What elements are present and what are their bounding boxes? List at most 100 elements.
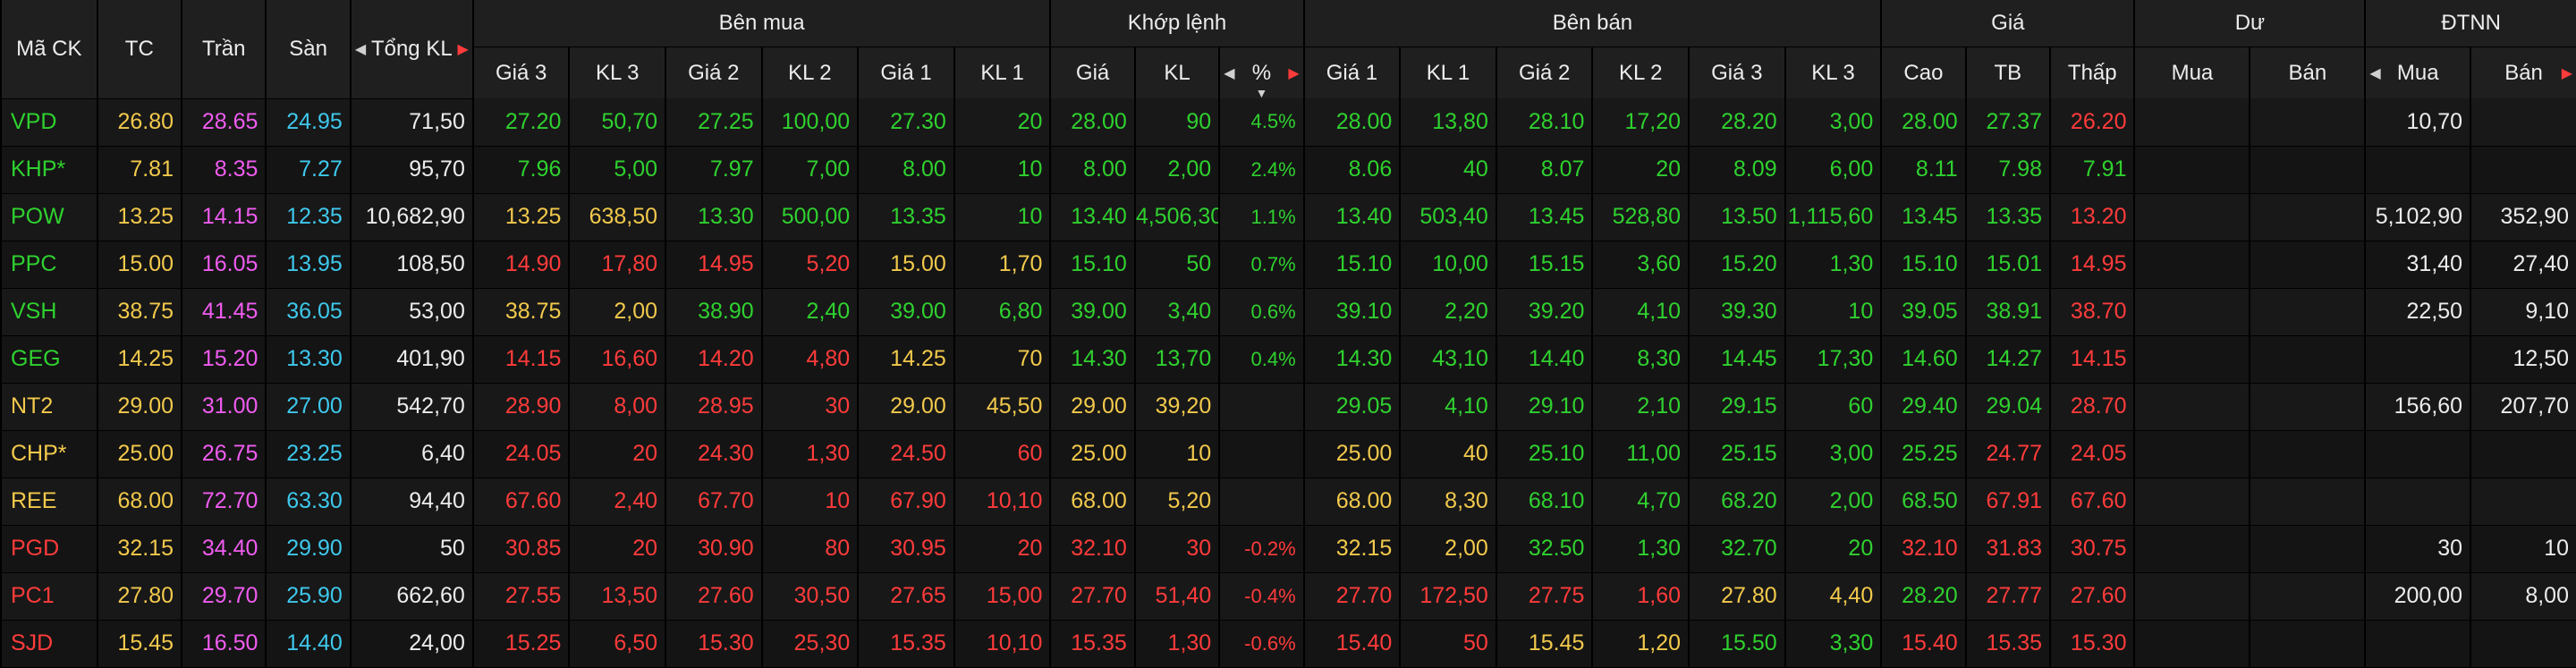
col-sell-price-1[interactable]: Giá 1: [1302, 47, 1401, 98]
caret-right-icon[interactable]: ▶: [1288, 64, 1299, 82]
cell-symbol[interactable]: PC1: [0, 572, 97, 621]
table-row[interactable]: KHP* 7.81 8.35 7.27 95,70 7.96 5,00 7.97 7,00 8.0…: [0, 146, 2576, 194]
cell-ref-price: 27.80: [96, 572, 182, 621]
cell-remain-sell: [2249, 288, 2366, 336]
col-buy-vol-3[interactable]: KL 3: [568, 47, 666, 98]
cell-match-price: 39.00: [1049, 288, 1135, 336]
cell-floor-price: 27.00: [265, 383, 351, 431]
table-row[interactable]: PPC 15.00 16.05 13.95 108,50 14.90 17,80 14.95 5…: [0, 241, 2576, 289]
cell-symbol[interactable]: NT2: [0, 383, 97, 431]
cell-symbol[interactable]: PGD: [0, 525, 97, 573]
col-low[interactable]: Thấp: [2049, 47, 2135, 98]
col-foreign-buy[interactable]: ◀ Mua: [2364, 47, 2471, 98]
cell-low-price: 26.20: [2049, 98, 2135, 147]
table-row[interactable]: PC1 27.80 29.70 25.90 662,60 27.55 13,50 27.60 3…: [0, 572, 2576, 621]
table-row[interactable]: POW 13.25 14.15 12.35 10,682,90 13.25 638,50 13…: [0, 193, 2576, 241]
caret-left-icon[interactable]: ◀: [355, 40, 366, 58]
cell-symbol[interactable]: VSH: [0, 288, 97, 336]
col-total-volume[interactable]: ◀ Tổng KL ▶: [349, 0, 473, 99]
cell-symbol[interactable]: VPD: [0, 98, 97, 147]
col-buy-vol-2[interactable]: KL 2: [760, 47, 859, 98]
cell-change-percent: 0.4%: [1218, 335, 1304, 384]
table-row[interactable]: SJD 15.45 16.50 14.40 24,00 15.25 6,50 15.30 25,…: [0, 620, 2576, 668]
col-change-percent[interactable]: ◀ % ▶ ▼: [1218, 47, 1304, 98]
caret-right-icon[interactable]: ▶: [458, 40, 469, 58]
col-match-price[interactable]: Giá: [1049, 47, 1135, 98]
cell-match-price: 15.35: [1049, 620, 1135, 668]
cell-low-price: 7.91: [2049, 146, 2135, 194]
cell-low-price: 38.70: [2049, 288, 2135, 336]
caret-right-icon[interactable]: ▶: [2562, 64, 2572, 82]
board-body: VPD 26.80 28.65 24.95 71,50 27.20 50,70 27.25 10…: [0, 98, 2576, 668]
table-row[interactable]: VSH 38.75 41.45 36.05 53,00 38.75 2,00 38.90 2,4…: [0, 288, 2576, 336]
cell-match-price: 32.10: [1049, 525, 1135, 573]
cell-symbol[interactable]: SJD: [0, 620, 97, 668]
col-remain-sell[interactable]: Bán: [2249, 47, 2366, 98]
cell-remain-sell: [2249, 525, 2366, 573]
col-ceiling[interactable]: Trần: [180, 0, 267, 99]
cell-buy-vol-3: 638,50: [568, 193, 666, 241]
col-sell-vol-2[interactable]: KL 2: [1591, 47, 1690, 98]
cell-sell-vol-1: 13,80: [1399, 98, 1496, 147]
col-foreign-sell[interactable]: Bán ▶: [2470, 47, 2576, 98]
cell-sell-vol-3: 60: [1784, 383, 1882, 431]
col-sell-vol-1[interactable]: KL 1: [1399, 47, 1496, 98]
cell-symbol[interactable]: CHP*: [0, 430, 97, 478]
cell-symbol[interactable]: KHP*: [0, 146, 97, 194]
cell-match-price: 27.70: [1049, 572, 1135, 621]
col-average[interactable]: TB: [1964, 47, 2051, 98]
cell-match-volume: 90: [1133, 98, 1220, 147]
header-row-groups: Mã CK TC Trần Sàn ◀ Tổng KL ▶ Bên mua Kh…: [0, 0, 2576, 99]
cell-symbol[interactable]: GEG: [0, 335, 97, 384]
col-match-volume[interactable]: KL: [1133, 47, 1220, 98]
col-sell-price-2[interactable]: Giá 2: [1495, 47, 1593, 98]
cell-sell-price-1: 15.10: [1302, 241, 1401, 289]
cell-sell-vol-1: 2,00: [1399, 525, 1496, 573]
cell-buy-price-2: 13.30: [665, 193, 762, 241]
col-buy-vol-1[interactable]: KL 1: [953, 47, 1051, 98]
col-buy-price-1[interactable]: Giá 1: [857, 47, 954, 98]
cell-sell-price-2: 13.45: [1495, 193, 1593, 241]
cell-symbol[interactable]: POW: [0, 193, 97, 241]
col-remain-buy[interactable]: Mua: [2133, 47, 2250, 98]
cell-buy-price-2: 7.97: [665, 146, 762, 194]
table-row[interactable]: CHP* 25.00 26.75 23.25 6,40 24.05 20 24.30 1,30 2…: [0, 430, 2576, 478]
cell-ceiling-price: 28.65: [180, 98, 267, 147]
cell-buy-price-2: 27.25: [665, 98, 762, 147]
cell-sell-vol-3: 17,30: [1784, 335, 1882, 384]
table-row[interactable]: VPD 26.80 28.65 24.95 71,50 27.20 50,70 27.25 10…: [0, 98, 2576, 147]
col-symbol[interactable]: Mã CK: [0, 0, 97, 99]
col-sell-vol-3[interactable]: KL 3: [1784, 47, 1882, 98]
group-remaining: Dư: [2133, 0, 2366, 47]
cell-sell-price-3: 28.20: [1688, 98, 1785, 147]
table-row[interactable]: NT2 29.00 31.00 27.00 542,70 28.90 8,00 28.95 30…: [0, 383, 2576, 431]
cell-low-price: 28.70: [2049, 383, 2135, 431]
cell-sell-price-2: 28.10: [1495, 98, 1593, 147]
cell-match-price: 13.40: [1049, 193, 1135, 241]
table-row[interactable]: PGD 32.15 34.40 29.90 50 30.85 20 30.90 80 30.95 2…: [0, 525, 2576, 573]
col-foreign-buy-label: Mua: [2396, 60, 2439, 85]
cell-symbol[interactable]: REE: [0, 478, 97, 526]
cell-buy-vol-2: 100,00: [760, 98, 859, 147]
col-high[interactable]: Cao: [1880, 47, 1966, 98]
caret-left-icon[interactable]: ◀: [1224, 64, 1234, 82]
col-floor[interactable]: Sàn: [265, 0, 351, 99]
cell-buy-vol-3: 50,70: [568, 98, 666, 147]
table-row[interactable]: GEG 14.25 15.20 13.30 401,90 14.15 16,60 14.20 4…: [0, 335, 2576, 384]
col-buy-price-3[interactable]: Giá 3: [471, 47, 570, 98]
col-ref[interactable]: TC: [96, 0, 182, 99]
col-sell-price-3[interactable]: Giá 3: [1688, 47, 1785, 98]
sort-desc-icon[interactable]: ▼: [1256, 86, 1268, 98]
col-buy-price-2[interactable]: Giá 2: [665, 47, 762, 98]
cell-total-volume: 50: [349, 525, 473, 573]
table-row[interactable]: REE 68.00 72.70 63.30 94,40 67.60 2,40 67.70 10 6…: [0, 478, 2576, 526]
cell-symbol[interactable]: PPC: [0, 241, 97, 289]
cell-ref-price: 32.15: [96, 525, 182, 573]
cell-buy-vol-3: 2,40: [568, 478, 666, 526]
cell-sell-vol-3: 3,30: [1784, 620, 1882, 668]
cell-buy-vol-2: 10: [760, 478, 859, 526]
caret-left-icon[interactable]: ◀: [2369, 64, 2380, 82]
cell-sell-vol-2: 528,80: [1591, 193, 1690, 241]
cell-sell-vol-3: 3,00: [1784, 430, 1882, 478]
cell-buy-price-1: 29.00: [857, 383, 954, 431]
